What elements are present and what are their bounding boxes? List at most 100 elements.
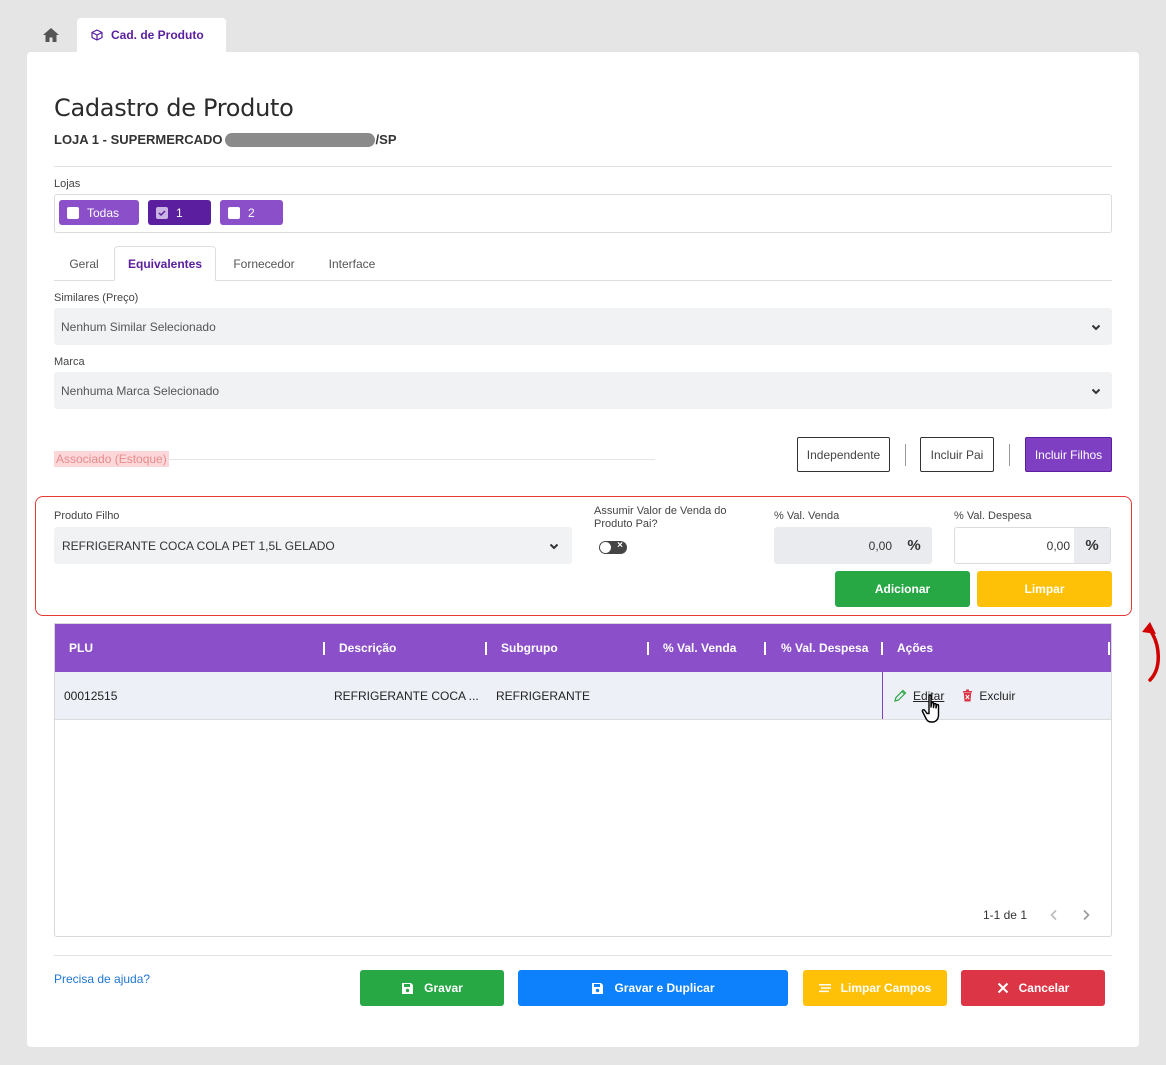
cancelar-label: Cancelar: [1018, 981, 1070, 995]
independente-button[interactable]: Independente: [797, 437, 890, 472]
tab-fornecedor[interactable]: Fornecedor: [216, 246, 312, 281]
incluir-pai-button[interactable]: Incluir Pai: [920, 437, 994, 472]
hand-cursor-icon: [921, 694, 940, 723]
store-state: /SP: [375, 132, 397, 147]
tab-equivalentes[interactable]: Equivalentes: [114, 246, 216, 281]
chevron-right-icon[interactable]: [1081, 909, 1091, 921]
cancelar-button[interactable]: Cancelar: [961, 970, 1105, 1006]
assumir-label: Assumir Valor de Venda do Produto Pai?: [594, 505, 727, 530]
percent-icon: %: [907, 537, 921, 554]
separator: [1009, 444, 1010, 466]
column-separator[interactable]: [647, 642, 649, 655]
val-venda-label: % Val. Venda: [774, 510, 840, 522]
tab-cad-produto[interactable]: Cad. de Produto: [77, 18, 226, 52]
gravar-label: Gravar: [424, 981, 463, 995]
cell-acoes: Editar Excluir: [882, 672, 1111, 719]
toggle-knob: [600, 542, 611, 553]
val-venda-value: 0,00: [868, 538, 892, 553]
marca-value: Nenhuma Marca Selecionado: [61, 383, 220, 398]
lojas-label: Lojas: [54, 178, 81, 190]
chevron-down-icon: [1091, 388, 1101, 394]
limpar-button[interactable]: Limpar: [977, 571, 1112, 607]
page-title: Cadastro de Produto: [54, 94, 294, 122]
cube-icon: [91, 29, 103, 41]
column-separator[interactable]: [1108, 642, 1110, 655]
column-separator[interactable]: [485, 642, 487, 655]
cell-descricao: REFRIGERANTE COCA ...: [334, 688, 479, 703]
table-header: PLU Descrição Subgrupo % Val. Venda % Va…: [55, 624, 1111, 672]
store-line: LOJA 1 - SUPERMERCADO /SP: [54, 132, 397, 147]
divider: [54, 955, 1112, 956]
produtos-table: PLU Descrição Subgrupo % Val. Venda % Va…: [54, 623, 1112, 937]
produto-filho-label: Produto Filho: [54, 510, 120, 522]
curved-arrow-icon: [1142, 622, 1160, 682]
similares-select[interactable]: Nenhum Similar Selecionado: [54, 308, 1112, 345]
loja-chip-label: 1: [176, 205, 183, 220]
val-despesa-value: 0,00: [1046, 538, 1070, 553]
save-icon: [592, 982, 604, 994]
header-acoes: Ações: [897, 641, 934, 655]
lines-icon: [818, 984, 831, 993]
close-icon: [997, 982, 1008, 994]
incluir-filhos-button[interactable]: Incluir Filhos: [1025, 437, 1112, 472]
gravar-button[interactable]: Gravar: [360, 970, 504, 1006]
trash-icon: [963, 689, 973, 702]
similares-label: Similares (Preço): [54, 292, 139, 304]
gravar-duplicar-button[interactable]: Gravar e Duplicar: [518, 970, 788, 1006]
header-val-despesa[interactable]: % Val. Despesa: [781, 624, 868, 672]
column-separator[interactable]: [881, 642, 883, 655]
cell-plu: 00012515: [64, 688, 118, 703]
percent-icon: %: [1074, 528, 1110, 563]
loja-chip-todas[interactable]: Todas: [59, 200, 139, 225]
checkbox-unchecked[interactable]: [67, 206, 79, 219]
store-name: LOJA 1 - SUPERMERCADO: [54, 132, 223, 147]
divider: [54, 166, 1112, 167]
tab-label: Cad. de Produto: [111, 28, 204, 42]
similares-value: Nenhum Similar Selecionado: [61, 319, 216, 334]
pencil-icon: [894, 689, 907, 702]
header-plu[interactable]: PLU: [69, 624, 93, 672]
checkbox-checked[interactable]: [156, 206, 168, 219]
home-tab[interactable]: [27, 18, 75, 52]
help-link[interactable]: Precisa de ajuda?: [54, 972, 150, 986]
chevron-down-icon: [549, 543, 559, 549]
marca-select[interactable]: Nenhuma Marca Selecionado: [54, 372, 1112, 409]
close-icon: ×: [617, 540, 623, 551]
chevron-down-icon: [1091, 324, 1101, 330]
excluir-button[interactable]: Excluir: [979, 689, 1015, 703]
limpar-campos-label: Limpar Campos: [840, 981, 932, 995]
column-separator[interactable]: [323, 642, 325, 655]
gravar-duplicar-label: Gravar e Duplicar: [614, 981, 715, 995]
val-venda-input[interactable]: 0,00 %: [774, 527, 932, 564]
pagination-info: 1-1 de 1: [982, 908, 1027, 922]
limpar-campos-button[interactable]: Limpar Campos: [803, 970, 947, 1006]
section-tabs: Geral Equivalentes Fornecedor Interface: [54, 246, 1112, 281]
tab-geral[interactable]: Geral: [54, 246, 114, 281]
cell-subgrupo: REFRIGERANTE: [496, 688, 591, 703]
lojas-group: Todas 1 2: [54, 194, 1112, 233]
chevron-left-icon[interactable]: [1049, 909, 1059, 921]
associado-label: Associado (Estoque): [54, 451, 169, 467]
produto-filho-value: REFRIGERANTE COCA COLA PET 1,5L GELADO: [62, 538, 335, 553]
check-icon: [158, 209, 166, 216]
assumir-toggle[interactable]: ×: [599, 540, 627, 554]
val-despesa-label: % Val. Despesa: [954, 510, 1032, 522]
header-descricao[interactable]: Descrição: [339, 624, 396, 672]
header-subgrupo[interactable]: Subgrupo: [501, 624, 558, 672]
redacted-text: [224, 132, 375, 147]
loja-chip-1[interactable]: 1: [148, 200, 211, 225]
divider: [167, 459, 655, 460]
header-val-venda[interactable]: % Val. Venda: [663, 624, 736, 672]
column-separator[interactable]: [764, 642, 766, 655]
loja-chip-label: Todas: [87, 205, 120, 220]
home-icon: [43, 28, 59, 42]
produto-filho-select[interactable]: REFRIGERANTE COCA COLA PET 1,5L GELADO: [54, 527, 572, 564]
checkbox-unchecked[interactable]: [228, 206, 240, 219]
separator: [905, 444, 906, 466]
marca-label: Marca: [54, 356, 85, 368]
tab-interface[interactable]: Interface: [312, 246, 392, 281]
loja-chip-2[interactable]: 2: [220, 200, 283, 225]
adicionar-button[interactable]: Adicionar: [835, 571, 970, 607]
val-despesa-input[interactable]: 0,00 %: [954, 527, 1111, 564]
main-card: Cadastro de Produto LOJA 1 - SUPERMERCAD…: [27, 52, 1139, 1047]
